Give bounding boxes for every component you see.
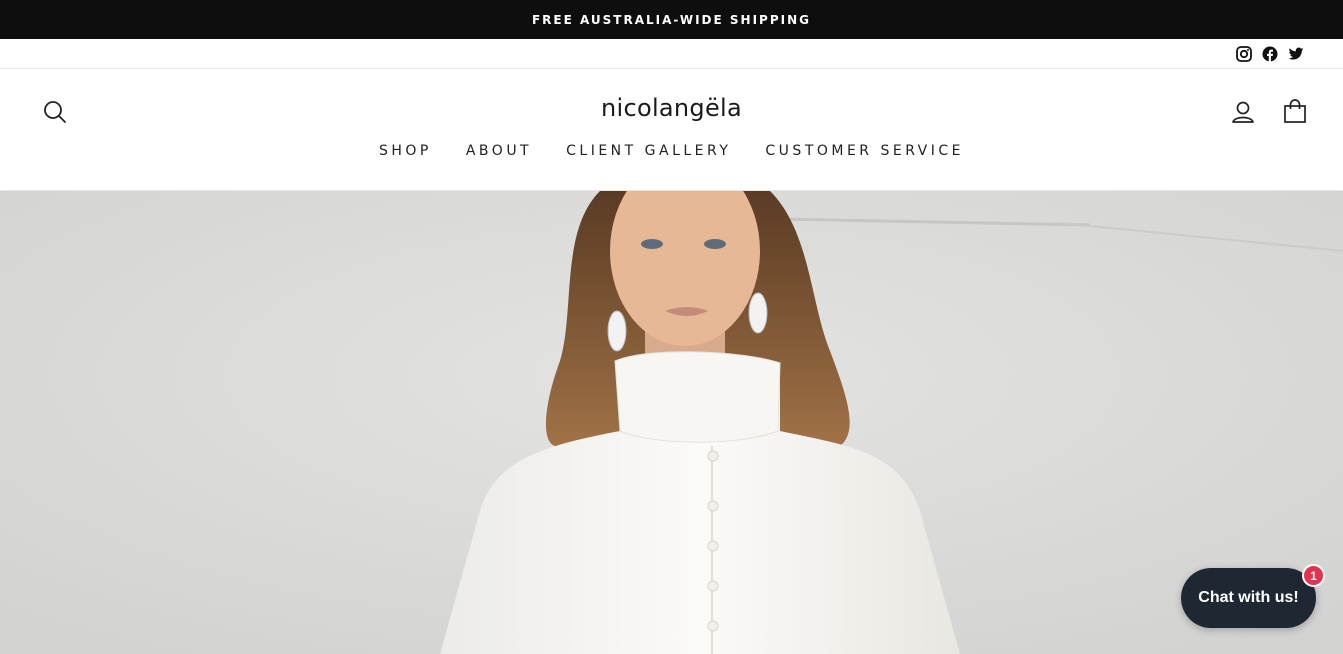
chat-notification-badge: 1 — [1302, 564, 1325, 587]
announcement-bar: FREE AUSTRALIA-WIDE SHIPPING — [0, 0, 1343, 39]
shopping-bag-icon[interactable] — [1282, 98, 1308, 124]
chat-button[interactable]: Chat with us! — [1181, 568, 1316, 628]
nav-item-client-gallery[interactable]: CLIENT GALLERY — [564, 143, 733, 159]
nav-item-shop[interactable]: SHOP — [377, 143, 434, 159]
social-bar — [0, 39, 1343, 69]
nav-item-customer-service[interactable]: CUSTOMER SERVICE — [763, 143, 966, 159]
user-icon[interactable] — [1230, 99, 1256, 125]
site-logo[interactable]: nicolangëla — [0, 94, 1343, 122]
twitter-icon[interactable] — [1287, 45, 1305, 63]
nav-item-about[interactable]: ABOUT — [464, 143, 534, 159]
hero-image — [0, 191, 1343, 654]
announcement-text: FREE AUSTRALIA-WIDE SHIPPING — [531, 12, 811, 27]
chat-label: Chat with us! — [1198, 589, 1299, 606]
social-icons — [1235, 45, 1305, 63]
instagram-icon[interactable] — [1235, 45, 1253, 63]
site-header: nicolangëla SHOP ABOUT CLIENT GALLERY CU… — [0, 69, 1343, 191]
hero-banner[interactable] — [0, 191, 1343, 654]
facebook-icon[interactable] — [1261, 45, 1279, 63]
main-nav: SHOP ABOUT CLIENT GALLERY CUSTOMER SERVI… — [0, 143, 1343, 159]
